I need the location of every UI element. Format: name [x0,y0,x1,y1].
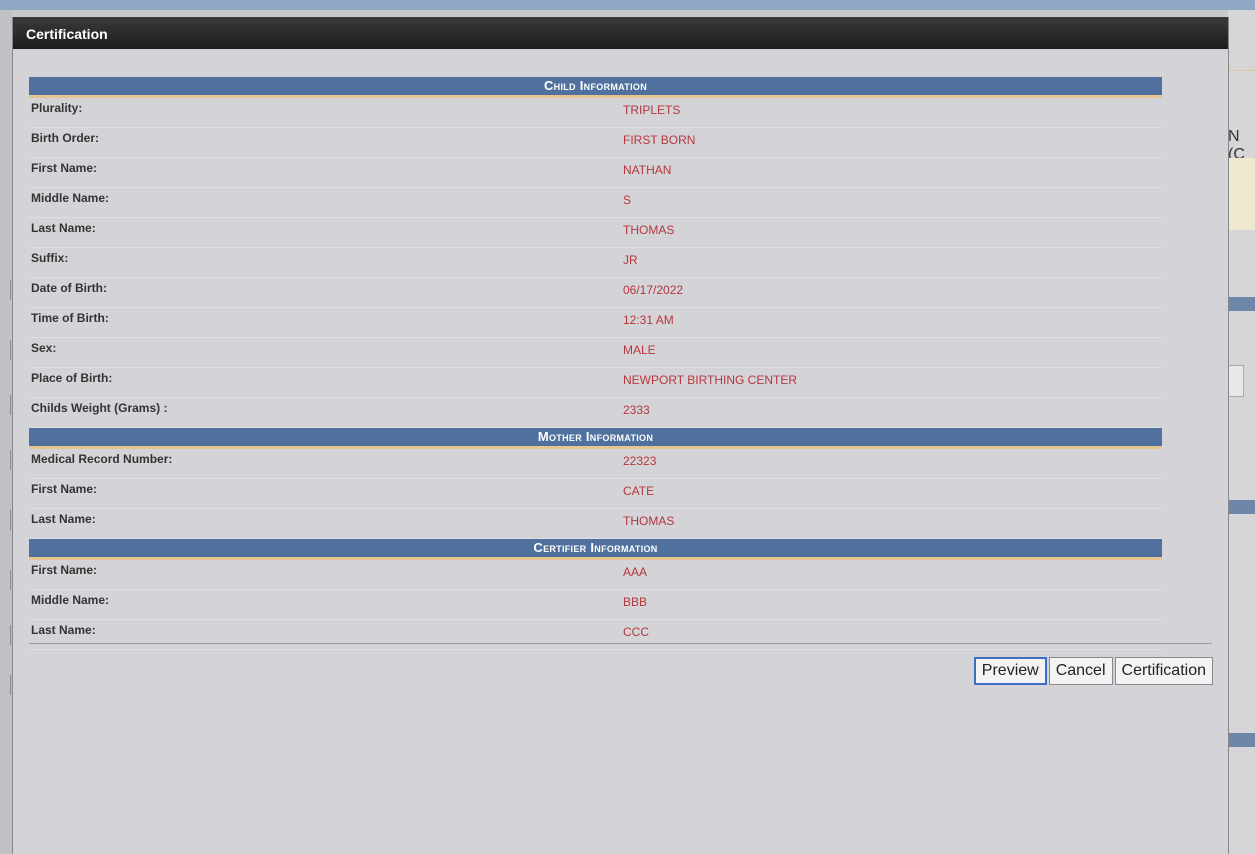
field-value: MALE [623,343,656,357]
field-row: Birth Order: FIRST BORN [29,128,1162,158]
background-section-bar [1228,733,1255,747]
preview-button[interactable]: Preview [973,657,1047,685]
field-row: Sex: MALE [29,338,1162,368]
button-bar: Preview Cancel Certification [973,657,1213,685]
button-divider [29,643,1212,644]
field-row: Childs Weight (Grams) : 2333 [29,398,1162,428]
field-label: Plurality: [31,101,83,115]
field-label: Last Name: [31,623,96,637]
field-row: Plurality: TRIPLETS [29,98,1162,128]
field-label: Middle Name: [31,191,110,205]
field-value: 06/17/2022 [623,283,684,297]
field-row: First Name: NATHAN [29,158,1162,188]
field-label: First Name: [31,482,98,496]
field-value: 12:31 AM [623,313,674,327]
field-row: Middle Name: BBB [29,590,1162,620]
field-row: Place of Birth: NEWPORT BIRTHING CENTER [29,368,1162,398]
background-edge-mark [0,510,11,530]
field-label: Date of Birth: [31,281,107,295]
field-label: Childs Weight (Grams) : [31,401,168,415]
field-row: First Name: CATE [29,479,1162,509]
field-value: CCC [623,625,649,639]
field-label: First Name: [31,161,98,175]
field-row: Middle Name: S [29,188,1162,218]
field-value: TRIPLETS [623,103,681,117]
field-label: Place of Birth: [31,371,113,385]
field-row: Time of Birth: 12:31 AM [29,308,1162,338]
field-row: Suffix: JR [29,248,1162,278]
field-row: Medical Record Number: 22323 [29,449,1162,479]
background-dashed-line [1228,70,1255,72]
background-notice-panel [1228,158,1255,230]
field-value: BBB [623,595,648,609]
background-right-edge: N (C [1228,10,1255,854]
field-label: Last Name: [31,221,96,235]
background-top-strip [0,0,1255,10]
field-label: Last Name: [31,512,96,526]
certification-dialog: Certification Child Information Plurality… [12,17,1229,854]
background-section-bar [1228,500,1255,514]
field-value: 22323 [623,454,657,468]
field-value: THOMAS [623,223,675,237]
certification-form: Child Information Plurality: TRIPLETS Birth… [29,77,1162,650]
background-edge-mark [0,450,11,470]
field-row: Last Name: THOMAS [29,509,1162,539]
certification-button[interactable]: Certification [1114,657,1213,685]
field-value: FIRST BORN [623,133,696,147]
field-row: Last Name: THOMAS [29,218,1162,248]
field-label: Suffix: [31,251,69,265]
field-label: Time of Birth: [31,311,109,325]
background-edge-mark [0,625,11,645]
background-select-fragment [1228,365,1244,397]
cancel-button[interactable]: Cancel [1048,657,1113,685]
background-edge-mark [0,570,11,590]
field-value: 2333 [623,403,650,417]
background-section-bar [1228,297,1255,311]
section-header: Mother Information [29,428,1162,449]
field-label: Medical Record Number: [31,452,173,466]
field-row: First Name: AAA [29,560,1162,590]
field-value: CATE [623,484,655,498]
dialog-title: Certification [26,26,108,42]
field-label: Birth Order: [31,131,100,145]
field-value: NATHAN [623,163,672,177]
field-value: THOMAS [623,514,675,528]
background-edge-mark [0,395,11,415]
field-value: AAA [623,565,648,579]
field-row: Last Name: CCC [29,620,1162,650]
field-value: JR [623,253,638,267]
field-row: Date of Birth: 06/17/2022 [29,278,1162,308]
background-left-edge [0,10,12,854]
section-header: Child Information [29,77,1162,98]
background-edge-mark [0,280,11,300]
field-label: Sex: [31,341,57,355]
background-edge-mark [0,340,11,360]
section-header: Certifier Information [29,539,1162,560]
field-label: First Name: [31,563,98,577]
field-label: Middle Name: [31,593,110,607]
background-edge-mark [0,675,11,695]
field-value: NEWPORT BIRTHING CENTER [623,373,798,387]
field-value: S [623,193,632,207]
dialog-titlebar[interactable]: Certification [13,17,1228,49]
